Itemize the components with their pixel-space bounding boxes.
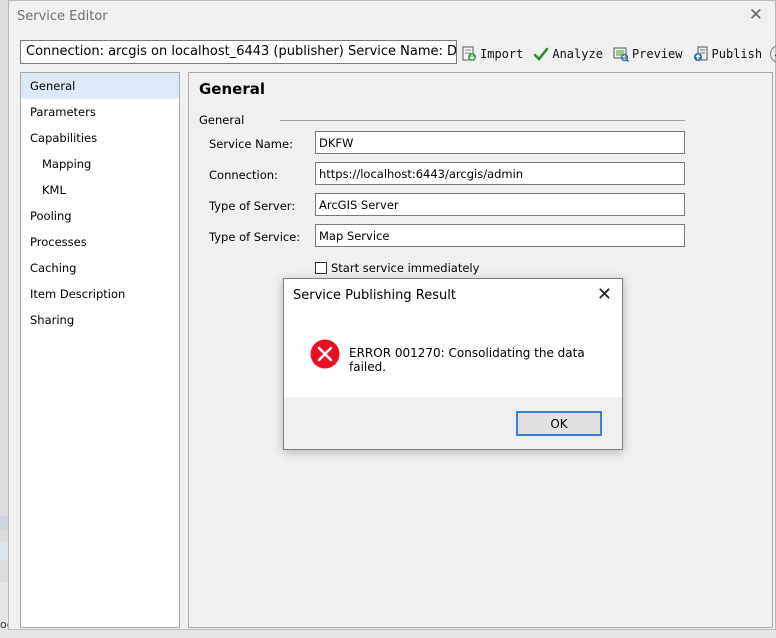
nav-item-kml[interactable]: KML	[21, 177, 179, 203]
preview-label: Preview	[631, 47, 683, 61]
preview-button[interactable]: Preview	[613, 46, 683, 62]
import-label: Import	[480, 47, 524, 61]
start-service-checkbox[interactable]	[315, 262, 327, 274]
error-message: ERROR 001270: Consolidating the data fai…	[349, 346, 585, 374]
ok-button[interactable]: OK	[516, 411, 602, 436]
service-type-label: Type of Service:	[209, 230, 301, 244]
service-name-field[interactable]	[315, 131, 685, 154]
start-service-label: Start service immediately	[331, 261, 480, 275]
publish-label: Publish	[711, 47, 763, 61]
nav-item-mapping[interactable]: Mapping	[21, 151, 179, 177]
connection-info-bar: Connection: arcgis on localhost_6443 (pu…	[20, 40, 457, 64]
nav-item-caching[interactable]: Caching	[21, 255, 179, 281]
server-type-label: Type of Server:	[209, 199, 296, 213]
import-button[interactable]: Import	[461, 46, 523, 62]
publishing-result-dialog: Service Publishing Result ✕ ERROR 001270…	[283, 278, 623, 450]
collapse-button[interactable]	[770, 45, 776, 63]
window-close-button[interactable]: ✕	[749, 5, 763, 25]
dialog-footer: OK	[284, 397, 622, 449]
settings-nav: General Parameters Capabilities Mapping …	[20, 72, 180, 628]
server-type-field[interactable]	[315, 193, 685, 216]
analyze-label: Analyze	[552, 47, 603, 61]
group-label: General	[199, 113, 245, 127]
panel-title: General	[199, 80, 265, 98]
publish-icon	[693, 46, 708, 61]
dialog-close-button[interactable]: ✕	[597, 284, 612, 305]
nav-item-capabilities[interactable]: Capabilities	[21, 125, 179, 151]
publish-button[interactable]: Publish	[693, 46, 763, 62]
check-icon	[534, 47, 549, 61]
preview-icon	[613, 47, 629, 62]
nav-item-sharing[interactable]: Sharing	[21, 307, 179, 333]
service-type-field[interactable]	[315, 224, 685, 247]
service-name-label: Service Name:	[209, 137, 293, 151]
connection-label: Connection:	[209, 168, 278, 182]
start-service-option[interactable]: Start service immediately	[315, 261, 479, 275]
nav-item-general[interactable]: General	[21, 73, 179, 99]
window-title: Service Editor	[17, 9, 108, 24]
import-icon	[462, 46, 476, 61]
nav-item-parameters[interactable]: Parameters	[21, 99, 179, 125]
analyze-button[interactable]: Analyze	[533, 46, 603, 62]
error-icon	[310, 339, 340, 369]
group-divider	[280, 120, 685, 121]
nav-item-item-description[interactable]: Item Description	[21, 281, 179, 307]
editor-toolbar: Import Analyze Preview Publish	[461, 43, 776, 65]
dialog-title: Service Publishing Result	[293, 288, 456, 303]
connection-field[interactable]	[315, 162, 685, 185]
nav-item-processes[interactable]: Processes	[21, 229, 179, 255]
nav-item-pooling[interactable]: Pooling	[21, 203, 179, 229]
